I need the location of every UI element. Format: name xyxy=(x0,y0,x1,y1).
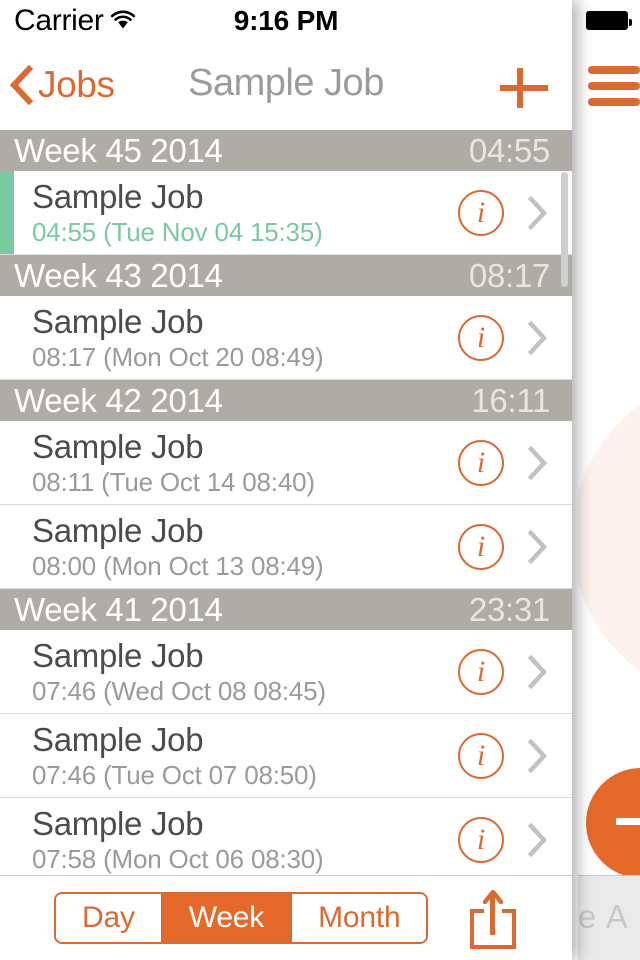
section-total: 04:55 xyxy=(468,131,550,169)
active-accent-bar xyxy=(0,798,14,875)
info-circle-icon[interactable]: i xyxy=(458,523,504,570)
row-title: Sample Job xyxy=(32,178,204,215)
segment-day[interactable]: Day xyxy=(56,894,163,942)
info-circle-icon[interactable]: i xyxy=(458,189,504,236)
right-panel-footer: e A xyxy=(578,876,640,960)
section-title: Week 42 2014 xyxy=(14,381,223,419)
row-title: Sample Job xyxy=(32,428,204,465)
info-glyph: i xyxy=(476,445,486,479)
share-icon-box-top-right xyxy=(502,909,517,913)
bottom-toolbar: Day Week Month xyxy=(0,875,572,960)
row-subtitle: 07:58 (Mon Oct 06 08:30) xyxy=(32,844,324,874)
section-title: Week 43 2014 xyxy=(14,256,223,294)
section-total: 16:11 xyxy=(471,381,550,419)
table-row[interactable]: Sample Job 07:46 (Tue Oct 07 08:50) i xyxy=(0,714,572,798)
segment-month[interactable]: Month xyxy=(292,894,427,942)
section-header: Week 42 2014 16:11 xyxy=(0,380,572,421)
info-circle-icon[interactable]: i xyxy=(458,439,504,486)
active-accent-bar xyxy=(0,630,14,713)
hamburger-menu-icon[interactable] xyxy=(588,66,640,114)
right-panel-body xyxy=(578,128,640,876)
table-row[interactable]: Sample Job 04:55 (Tue Nov 04 15:35) i xyxy=(0,171,572,255)
app-screen: e A Carrier 9:16 PM Jobs Sample Job Week… xyxy=(0,0,640,960)
info-circle-icon[interactable]: i xyxy=(458,648,504,695)
row-title: Sample Job xyxy=(32,805,204,842)
row-subtitle: 07:46 (Wed Oct 08 08:45) xyxy=(32,676,326,706)
section-total: 23:31 xyxy=(468,590,550,628)
chevron-right-icon xyxy=(527,529,548,564)
info-circle-icon[interactable]: i xyxy=(458,732,504,779)
info-glyph: i xyxy=(476,195,486,229)
row-title: Sample Job xyxy=(32,637,204,674)
plus-icon xyxy=(616,818,640,825)
plus-icon-horizontal xyxy=(500,85,548,91)
page-title: Sample Job xyxy=(188,62,384,104)
plus-icon-vertical xyxy=(517,68,523,108)
section-header: Week 41 2014 23:31 xyxy=(0,589,572,630)
share-icon-arrow-head xyxy=(483,890,504,904)
info-glyph: i xyxy=(476,738,486,772)
section-header: Week 43 2014 08:17 xyxy=(0,255,572,296)
share-button[interactable] xyxy=(464,887,522,949)
section-title: Week 45 2014 xyxy=(14,131,223,169)
section-total: 08:17 xyxy=(468,256,550,294)
clock-label: 9:16 PM xyxy=(233,5,339,36)
table-row[interactable]: Sample Job 08:00 (Mon Oct 13 08:49) i xyxy=(0,505,572,589)
chevron-right-icon xyxy=(527,654,548,689)
chevron-right-icon xyxy=(527,822,548,857)
row-subtitle: 08:00 (Mon Oct 13 08:49) xyxy=(32,551,324,581)
row-text-block: Sample Job 08:00 (Mon Oct 13 08:49) xyxy=(32,512,458,581)
row-subtitle: 08:11 (Tue Oct 14 08:40) xyxy=(32,467,315,497)
chevron-right-icon xyxy=(527,738,548,773)
info-glyph: i xyxy=(476,529,486,563)
period-segmented-control[interactable]: Day Week Month xyxy=(54,892,429,944)
navigation-bar: Jobs Sample Job xyxy=(0,40,572,130)
row-title: Sample Job xyxy=(32,721,204,758)
chevron-right-icon xyxy=(527,195,548,230)
chevron-right-icon xyxy=(527,320,548,355)
info-glyph: i xyxy=(476,654,486,688)
row-text-block: Sample Job 07:58 (Mon Oct 06 08:30) xyxy=(32,805,458,874)
status-bar: Carrier 9:16 PM xyxy=(0,0,572,40)
row-text-block: Sample Job 08:17 (Mon Oct 20 08:49) xyxy=(32,303,458,372)
active-accent-bar xyxy=(0,296,14,379)
scroll-indicator[interactable] xyxy=(561,172,568,287)
decorative-circle xyxy=(578,373,640,703)
info-circle-icon[interactable]: i xyxy=(458,314,504,361)
row-text-block: Sample Job 07:46 (Tue Oct 07 08:50) xyxy=(32,721,458,790)
active-accent-bar xyxy=(0,714,14,797)
info-glyph: i xyxy=(476,822,486,856)
right-panel-footer-label: e A xyxy=(578,898,629,935)
row-subtitle: 07:46 (Tue Oct 07 08:50) xyxy=(32,760,317,790)
job-sessions-list[interactable]: Week 45 2014 04:55 Sample Job 04:55 (Tue No… xyxy=(0,130,572,875)
share-icon-box-top-left xyxy=(470,909,485,913)
right-panel-nav-bar xyxy=(578,40,640,128)
row-subtitle: 08:17 (Mon Oct 20 08:49) xyxy=(32,342,324,372)
table-row[interactable]: Sample Job 08:11 (Tue Oct 14 08:40) i xyxy=(0,421,572,505)
active-accent-bar xyxy=(0,421,14,504)
right-panel-status-bar xyxy=(578,0,640,40)
chevron-right-icon xyxy=(527,445,548,480)
table-row[interactable]: Sample Job 08:17 (Mon Oct 20 08:49) i xyxy=(0,296,572,380)
row-text-block: Sample Job 08:11 (Tue Oct 14 08:40) xyxy=(32,428,458,497)
active-accent-bar xyxy=(0,505,14,588)
segment-week[interactable]: Week xyxy=(162,894,293,942)
revealed-right-panel: e A xyxy=(578,0,640,960)
main-view: Carrier 9:16 PM Jobs Sample Job Week 45 … xyxy=(0,0,572,960)
section-header: Week 45 2014 04:55 xyxy=(0,130,572,171)
info-glyph: i xyxy=(476,320,486,354)
table-row[interactable]: Sample Job 07:58 (Mon Oct 06 08:30) i xyxy=(0,798,572,875)
section-title: Week 41 2014 xyxy=(14,590,223,628)
info-circle-icon[interactable]: i xyxy=(458,816,504,863)
add-button[interactable] xyxy=(496,62,552,114)
active-accent-bar xyxy=(0,171,14,254)
row-title: Sample Job xyxy=(32,512,204,549)
battery-icon xyxy=(586,11,632,30)
table-row[interactable]: Sample Job 07:46 (Wed Oct 08 08:45) i xyxy=(0,630,572,714)
row-text-block: Sample Job 04:55 (Tue Nov 04 15:35) xyxy=(32,178,458,247)
row-text-block: Sample Job 07:46 (Wed Oct 08 08:45) xyxy=(32,637,458,706)
row-subtitle: 04:55 (Tue Nov 04 15:35) xyxy=(32,217,323,247)
row-title: Sample Job xyxy=(32,303,204,340)
